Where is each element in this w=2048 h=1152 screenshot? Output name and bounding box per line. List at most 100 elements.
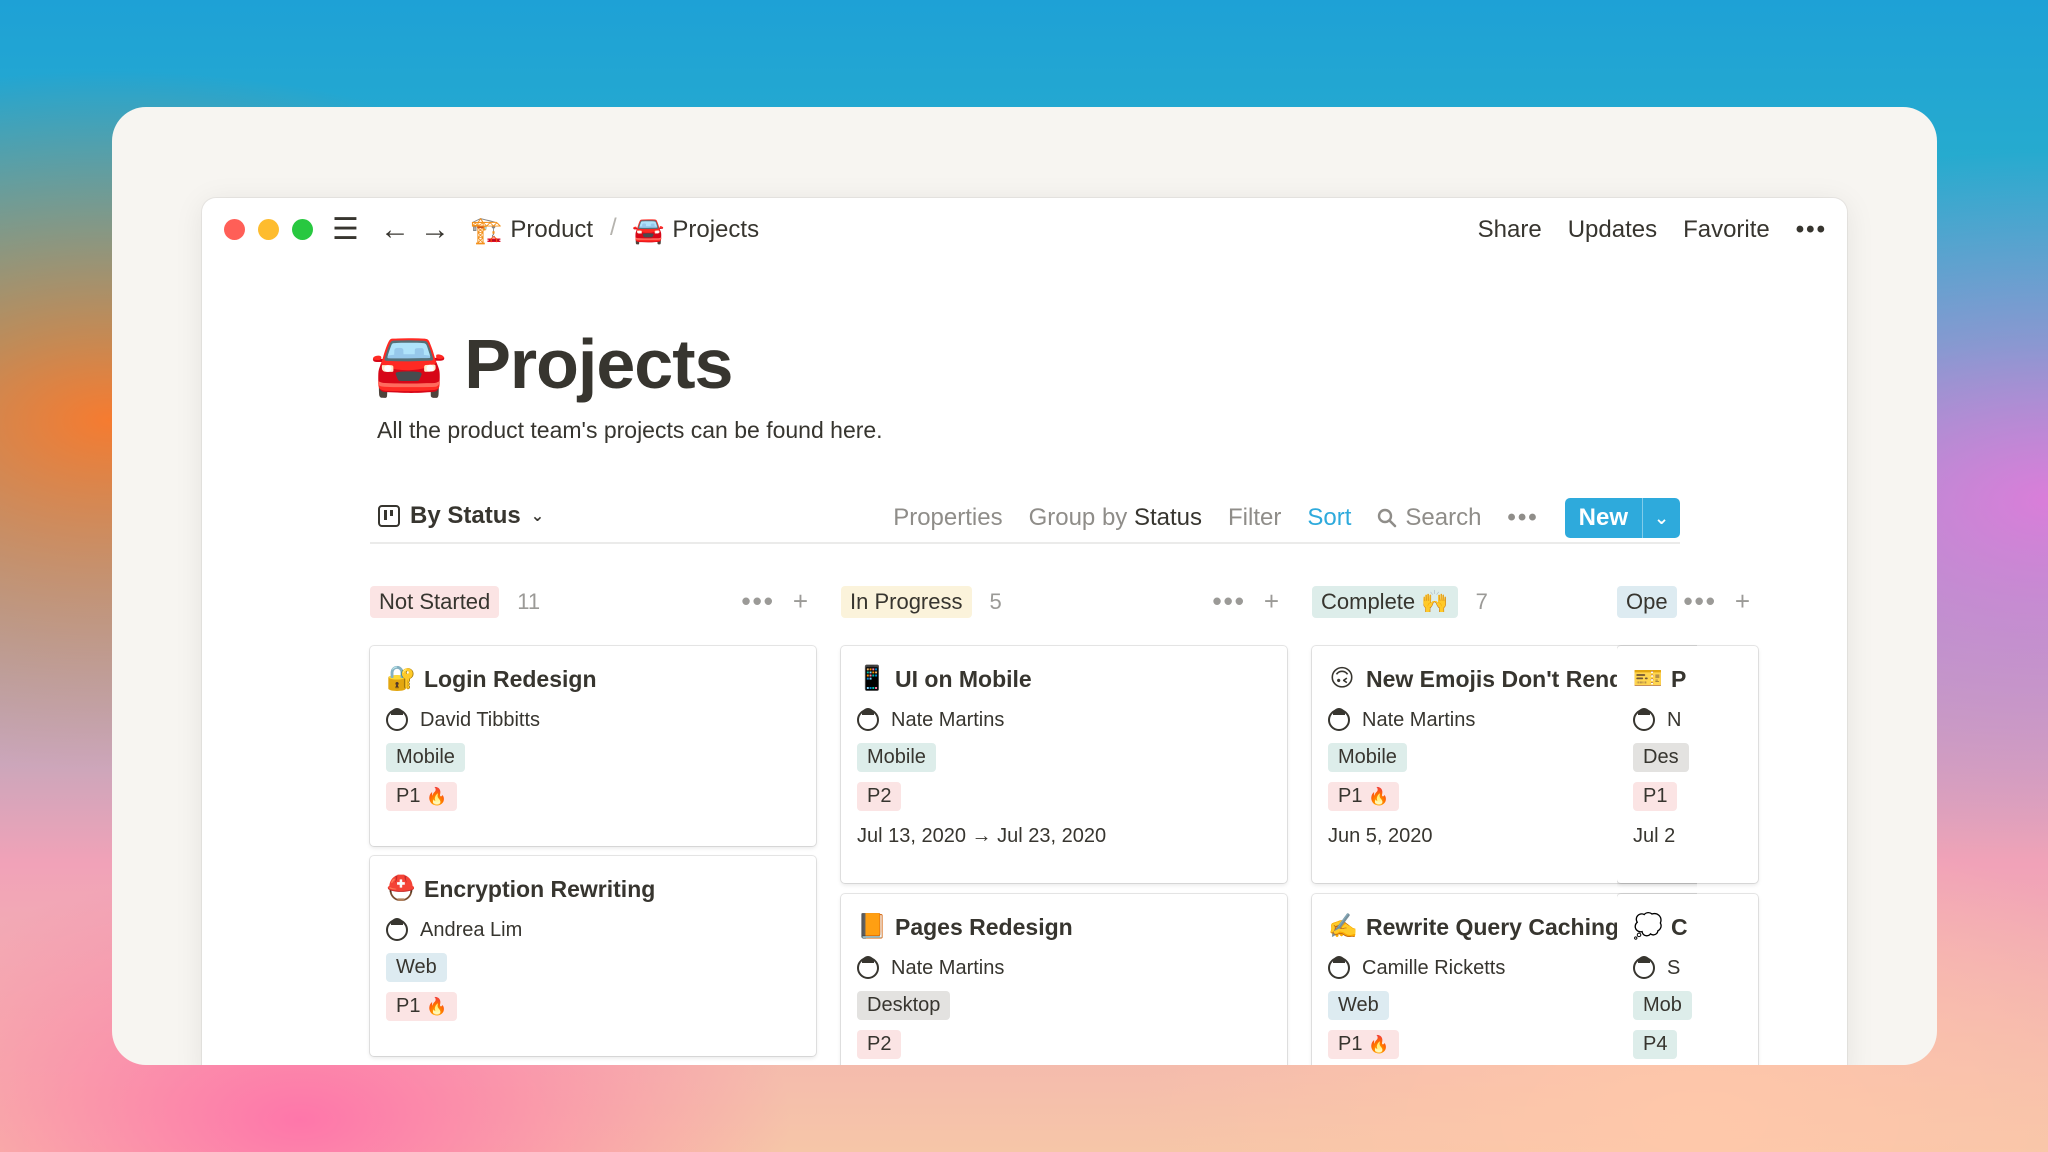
chevron-down-icon[interactable]: ⌄	[1642, 498, 1680, 538]
mobile-phone-icon: 📱	[857, 665, 887, 692]
card-person: N	[1633, 707, 1697, 733]
board-card[interactable]: 📱 UI on Mobile Nate Martins Mobile P2 Ju…	[841, 646, 1287, 883]
card-title-text: Login Redesign	[424, 666, 597, 692]
priority-tag: P1 🔥	[1328, 1030, 1400, 1059]
person-name: David Tibbitts	[420, 709, 541, 731]
construction-icon: 🏗️	[470, 215, 503, 245]
avatar	[857, 956, 879, 979]
zoom-window-button[interactable]	[292, 219, 313, 240]
board-column-in-progress: In Progress 5 ••• + 📱 UI on Mobile Nate …	[841, 582, 1287, 1065]
avatar	[1328, 956, 1350, 979]
platform-tag: Des	[1633, 743, 1689, 772]
priority-label: P1	[1338, 785, 1363, 807]
search-label: Search	[1405, 504, 1482, 531]
card-title: 🎫 P	[1633, 664, 1697, 694]
avatar	[1633, 708, 1655, 731]
more-options-icon[interactable]: •••	[1507, 504, 1538, 532]
search-icon	[1378, 508, 1397, 528]
column-status-tag[interactable]: Ope	[1617, 586, 1677, 618]
platform-tag: Mobile	[386, 743, 465, 772]
search-button[interactable]: Search	[1377, 504, 1481, 532]
avatar	[386, 708, 408, 731]
board-column-partial: Ope 🎫 P N Des P1 Jul 2 💭 C S Mob P4	[1617, 582, 1697, 1065]
add-card-icon[interactable]: +	[1735, 586, 1750, 617]
platform-tag: Web	[386, 953, 447, 982]
forward-arrow-icon[interactable]: →	[420, 212, 450, 248]
breadcrumb-separator: /	[610, 214, 617, 241]
add-card-icon[interactable]: +	[1264, 586, 1279, 617]
fire-icon: 🔥	[426, 787, 448, 806]
car-icon[interactable]: 🚘	[370, 328, 447, 401]
column-status-tag[interactable]: Complete 🙌	[1312, 586, 1458, 618]
board-card[interactable]: 🔐 Login Redesign David Tibbitts Mobile P…	[370, 646, 816, 846]
more-options-icon[interactable]: •••	[742, 586, 775, 617]
minimize-window-button[interactable]	[258, 219, 279, 240]
more-options-icon[interactable]: •••	[1213, 586, 1246, 617]
updates-button[interactable]: Updates	[1568, 214, 1657, 246]
lock-key-icon: 🔐	[386, 665, 416, 692]
platform-tag: Mob	[1633, 991, 1692, 1020]
platform-tag: Mobile	[1328, 743, 1407, 772]
column-status-tag[interactable]: Not Started	[370, 586, 500, 618]
sort-button[interactable]: Sort	[1307, 504, 1351, 532]
more-options-icon[interactable]: •••	[1796, 214, 1827, 246]
chevron-down-icon: ⌄	[530, 508, 545, 525]
writing-hand-icon: ✍️	[1328, 913, 1358, 940]
add-card-icon[interactable]: +	[793, 586, 808, 617]
priority-tag: P1	[1633, 782, 1678, 811]
card-title-text: Pages Redesign	[895, 914, 1073, 940]
view-selector[interactable]: By Status ⌄	[378, 502, 544, 530]
back-arrow-icon[interactable]: ←	[380, 212, 410, 248]
page-description[interactable]: All the product team's projects can be f…	[377, 417, 883, 444]
breadcrumb-projects[interactable]: 🚘 Projects	[632, 214, 759, 246]
notion-window: ☰ ← → 🏗️ Product / 🚘 Projects Share Upda…	[202, 198, 1847, 1065]
favorite-button[interactable]: Favorite	[1683, 214, 1770, 246]
priority-tag: P1 🔥	[386, 782, 458, 811]
filter-button[interactable]: Filter	[1228, 504, 1281, 532]
page-title-text[interactable]: Projects	[464, 324, 733, 404]
group-by-prefix: Group by	[1028, 504, 1128, 531]
board-card[interactable]: ⛑️ Encryption Rewriting Andrea Lim Web P…	[370, 856, 816, 1056]
priority-label: P1	[1338, 1033, 1363, 1055]
breadcrumb-label: Projects	[672, 216, 760, 243]
priority-tag: P2	[857, 1030, 902, 1059]
platform-tag: Web	[1328, 991, 1389, 1020]
card-person: Nate Martins	[857, 955, 1271, 981]
card-title: 💭 C	[1633, 912, 1697, 942]
column-header: Ope	[1617, 582, 1697, 622]
person-name: N	[1667, 709, 1682, 731]
properties-button[interactable]: Properties	[893, 504, 1002, 532]
board-card[interactable]: 📙 Pages Redesign Nate Martins Desktop P2	[841, 894, 1287, 1065]
card-person: Nate Martins	[857, 707, 1271, 733]
new-button[interactable]: New	[1565, 498, 1642, 538]
board-column-not-started: Not Started 11 ••• + 🔐 Login Redesign Da…	[370, 582, 816, 1056]
priority-tag: P1 🔥	[1328, 782, 1400, 811]
card-title-text: Encryption Rewriting	[424, 876, 656, 902]
ticket-icon: 🎫	[1633, 665, 1663, 692]
new-button-group: New ⌄	[1564, 498, 1680, 538]
column-count: 5	[989, 589, 1002, 614]
fire-icon: 🔥	[426, 997, 448, 1016]
database-toolbar: By Status ⌄ Properties Group by Status F…	[370, 498, 1680, 544]
board-card[interactable]: 🎫 P N Des P1 Jul 2	[1617, 646, 1697, 883]
column-header: Not Started 11 ••• +	[370, 582, 816, 622]
share-button[interactable]: Share	[1478, 214, 1542, 246]
toolbar-actions: Properties Group by Status Filter Sort S…	[893, 498, 1680, 538]
group-by-button[interactable]: Group by Status	[1029, 504, 1202, 532]
column-status-tag[interactable]: In Progress	[841, 586, 972, 618]
screenshot-frame: ☰ ← → 🏗️ Product / 🚘 Projects Share Upda…	[112, 107, 1937, 1065]
card-person: S	[1633, 955, 1697, 981]
card-title-text: New Emojis Don't Render	[1366, 666, 1645, 692]
breadcrumb-product[interactable]: 🏗️ Product	[470, 214, 593, 246]
priority-tag: P4	[1633, 1030, 1678, 1059]
person-name: Nate Martins	[891, 709, 1005, 731]
person-name: Nate Martins	[891, 957, 1005, 979]
column-header: In Progress 5 ••• +	[841, 582, 1287, 622]
person-name: Camille Ricketts	[1362, 957, 1506, 979]
board-card[interactable]: 💭 C S Mob P4	[1617, 894, 1697, 1065]
sidebar-toggle-icon[interactable]: ☰	[332, 212, 359, 248]
fire-icon: 🔥	[1368, 787, 1390, 806]
view-label: By Status	[410, 502, 521, 529]
card-title: ⛑️ Encryption Rewriting	[386, 874, 800, 904]
close-window-button[interactable]	[224, 219, 245, 240]
